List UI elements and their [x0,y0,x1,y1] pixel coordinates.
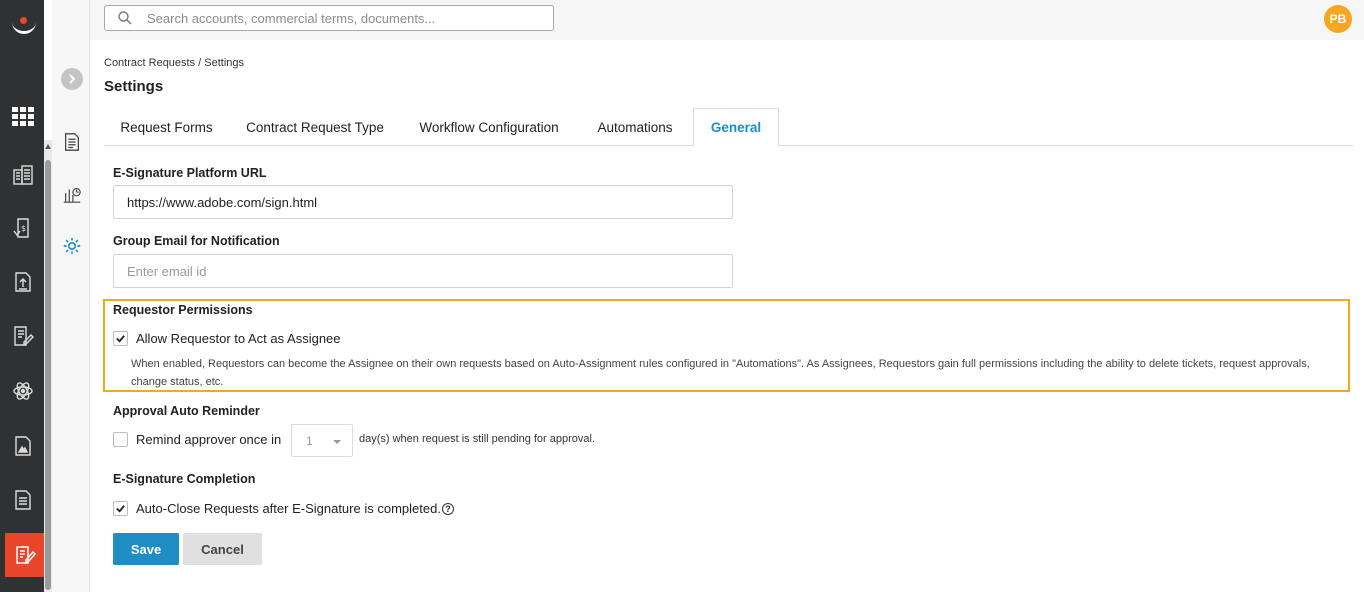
requestor-permissions-help: When enabled, Requestors can become the … [131,358,1310,388]
list-document-icon[interactable] [12,489,34,511]
reminder-days-select[interactable]: 1 [291,424,353,457]
check-icon [116,335,125,343]
reminder-days-value: 1 [306,434,313,448]
auto-close-row: Auto-Close Requests after E-Signature is… [136,501,454,516]
app-rail: $ [0,0,44,592]
approval-reminder-label: Approval Auto Reminder [113,404,260,418]
requestor-permissions-label: Requestor Permissions [113,303,253,317]
edit-document-icon[interactable] [12,325,34,347]
avatar[interactable]: PB [1324,5,1352,33]
group-email-field[interactable] [113,254,733,288]
global-search[interactable] [104,5,554,31]
allow-requestor-assignee-label[interactable]: Allow Requestor to Act as Assignee [136,331,341,346]
help-icon[interactable]: ? [441,503,454,515]
breadcrumb: Contract Requests / Settings [104,57,245,69]
tab-automations[interactable]: Automations [577,108,693,146]
tab-general[interactable]: General [693,108,779,147]
remind-approver-checkbox[interactable] [113,432,128,447]
dollar-document-icon[interactable]: $ [12,217,34,239]
rail-scrollbar[interactable] [44,140,52,592]
esign-url-input[interactable] [127,194,717,210]
esign-url-field[interactable] [113,185,733,219]
settings-tabs: Request Forms Contract Request Type Work… [104,108,1354,147]
upload-document-icon[interactable] [12,271,34,293]
auto-close-label[interactable]: Auto-Close Requests after E-Signature is… [136,501,441,516]
cancel-button[interactable]: Cancel [183,533,262,565]
image-document-icon[interactable] [12,435,34,457]
tab-workflow-configuration[interactable]: Workflow Configuration [401,108,577,146]
search-icon [118,11,132,25]
search-input[interactable] [147,10,547,26]
group-email-input[interactable] [127,263,717,279]
tab-contract-request-type[interactable]: Contract Request Type [229,108,401,146]
auto-close-checkbox[interactable] [113,501,128,516]
svg-text:$: $ [21,224,26,233]
report-chart-icon[interactable] [61,183,83,205]
tab-request-forms[interactable]: Request Forms [104,108,229,146]
document-icon[interactable] [61,131,83,153]
remind-approver-label[interactable]: Remind approver once in [136,432,281,447]
settings-gear-icon[interactable] [61,235,83,257]
group-email-label: Group Email for Notification [113,234,280,248]
logo-icon[interactable] [10,17,38,41]
atom-icon[interactable] [12,380,34,402]
esign-url-label: E-Signature Platform URL [113,166,267,180]
allow-requestor-assignee-checkbox[interactable] [113,331,128,346]
caret-down-icon [333,440,341,444]
chevron-right-icon[interactable] [61,68,83,90]
reminder-days-suffix: day(s) when request is still pending for… [359,433,596,445]
check-icon [116,505,125,513]
buildings-icon[interactable] [12,164,34,186]
esign-completion-label: E-Signature Completion [113,472,256,486]
page-title: Settings [104,78,164,95]
contract-edit-icon[interactable] [5,533,44,577]
save-button[interactable]: Save [113,533,179,565]
grid-icon[interactable] [12,106,34,128]
